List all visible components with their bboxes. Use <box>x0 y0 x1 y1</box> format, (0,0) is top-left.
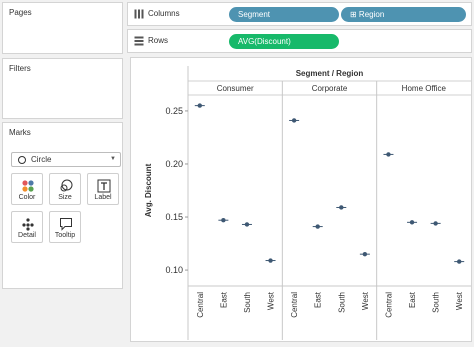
columns-shelf[interactable]: Columns Segment ⊞ Region <box>127 2 472 26</box>
group-header-0: Consumer <box>217 84 254 93</box>
rows-shelf[interactable]: Rows AVG(Discount) <box>127 29 472 53</box>
pages-title: Pages <box>9 8 32 17</box>
rows-icon <box>134 36 144 46</box>
x-tick-label-2-2: South <box>432 292 441 313</box>
x-tick-label-2-0: Central <box>384 292 393 318</box>
y-tick-label-2: 0.20 <box>165 159 183 169</box>
label-button[interactable]: Label <box>87 173 119 205</box>
circle-icon <box>18 156 26 164</box>
data-point-2-2 <box>433 221 438 226</box>
chart: Segment / Region Consumer Central East South… <box>144 66 471 340</box>
data-point-2-1 <box>409 220 415 225</box>
x-tick-label-2-3: West <box>455 291 464 310</box>
size-button-label: Size <box>58 194 72 201</box>
size-icon <box>60 179 73 192</box>
detail-button-label: Detail <box>18 232 36 239</box>
data-point-2-0 <box>386 152 391 157</box>
color-button-label: Color <box>18 194 36 201</box>
detail-icon <box>22 218 34 231</box>
chevron-down-icon: ▼ <box>110 156 116 162</box>
chart-title: Segment / Region <box>296 69 364 78</box>
x-tick-label-0-3: West <box>267 291 276 310</box>
y-tick-label-1: 0.15 <box>165 212 183 222</box>
y-axis-label: Avg. Discount <box>144 163 153 217</box>
chart-panel: Segment / Region Consumer Central East South… <box>130 57 472 342</box>
columns-icon <box>134 9 144 19</box>
x-tick-label-1-2: South <box>337 292 346 313</box>
color-button[interactable]: Color <box>11 173 43 205</box>
x-tick-label-2-1: East <box>408 291 417 308</box>
detail-button[interactable]: Detail <box>11 211 43 243</box>
data-point-1-3 <box>362 251 368 257</box>
color-icon <box>22 180 34 192</box>
x-tick-label-0-2: South <box>243 292 252 313</box>
data-point-1-0 <box>291 118 297 123</box>
x-tick-label-0-1: East <box>219 291 228 308</box>
x-tick-label-1-1: East <box>314 291 323 308</box>
pages-card[interactable]: Pages <box>2 2 123 54</box>
data-point-1-2 <box>339 205 344 210</box>
tooltip-icon <box>60 218 72 231</box>
x-tick-label-1-3: West <box>361 291 370 310</box>
data-point-2-3 <box>457 259 462 264</box>
data-point-0-0 <box>197 103 202 108</box>
marks-card: Marks Circle ▼ Color Size Label Detail T… <box>2 122 123 289</box>
group-header-1: Corporate <box>312 84 348 93</box>
y-tick-label-0: 0.10 <box>165 265 183 275</box>
mark-type-value: Circle <box>31 155 52 164</box>
rows-label: Rows <box>148 36 169 45</box>
label-button-label: Label <box>94 194 112 201</box>
y-tick-label-3: 0.25 <box>165 106 183 116</box>
tooltip-button-label: Tooltip <box>54 232 76 239</box>
data-point-0-1 <box>221 218 226 223</box>
data-point-0-3 <box>268 258 273 263</box>
segment-pill[interactable]: Segment <box>229 7 339 22</box>
region-pill[interactable]: ⊞ Region <box>341 7 466 22</box>
x-tick-label-1-0: Central <box>290 292 299 318</box>
tooltip-button[interactable]: Tooltip <box>49 211 81 243</box>
filters-card[interactable]: Filters <box>2 58 123 119</box>
columns-label: Columns <box>148 9 180 18</box>
avg-discount-pill[interactable]: AVG(Discount) <box>229 34 339 49</box>
label-icon <box>97 179 111 193</box>
marks-title: Marks <box>9 128 31 137</box>
data-point-1-1 <box>315 224 320 229</box>
filters-title: Filters <box>9 64 31 73</box>
mark-type-dropdown[interactable]: Circle ▼ <box>11 152 121 167</box>
data-point-0-2 <box>244 222 250 227</box>
x-tick-label-0-0: Central <box>196 292 205 318</box>
size-button[interactable]: Size <box>49 173 81 205</box>
group-header-2: Home Office <box>402 84 447 93</box>
